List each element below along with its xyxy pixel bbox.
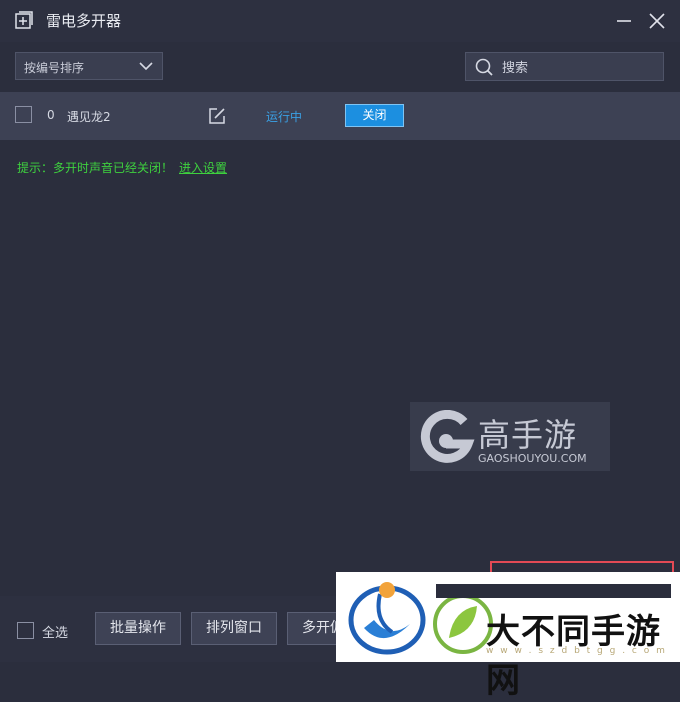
site-logo-icon xyxy=(348,582,426,655)
gaoshouyou-logo xyxy=(420,410,475,463)
instance-name: 遇见龙2 xyxy=(67,110,111,124)
site-url: w w w . s z d b t g g . c o m xyxy=(486,646,667,656)
instance-row: 0 遇见龙2 运行中 关闭 xyxy=(0,92,680,140)
title-bar: 雷电多开器 xyxy=(0,0,680,42)
site-watermark: 大不同手游网 w w w . s z d b t g g . c o m xyxy=(336,572,680,701)
close-icon[interactable] xyxy=(647,11,667,31)
sort-dropdown-value: 按编号排序 xyxy=(24,61,85,75)
gaoshouyou-watermark: 高手游 GAOSHOUYOU.COM xyxy=(410,402,610,471)
select-all-label: 全选 xyxy=(42,626,69,641)
sort-dropdown[interactable]: 按编号排序 xyxy=(15,52,163,80)
instance-status: 运行中 xyxy=(266,110,303,124)
select-all-checkbox[interactable] xyxy=(17,622,34,639)
watermark-dark-strip xyxy=(436,584,671,598)
edit-icon[interactable] xyxy=(208,107,226,125)
minimize-icon[interactable] xyxy=(614,11,634,31)
settings-link[interactable]: 进入设置 xyxy=(179,159,227,176)
instance-index: 0 xyxy=(47,108,55,122)
chevron-down-icon xyxy=(139,62,153,71)
gaoshouyou-url: GAOSHOUYOU.COM xyxy=(478,452,587,465)
instance-checkbox[interactable] xyxy=(15,106,32,123)
sound-tip: 提示：多开时声音已经关闭！ xyxy=(17,161,174,175)
search-icon xyxy=(475,58,493,76)
arrange-windows-button[interactable]: 排列窗口 xyxy=(191,612,277,645)
search-input[interactable] xyxy=(500,58,654,78)
close-instance-button[interactable]: 关闭 xyxy=(345,104,404,127)
search-box[interactable] xyxy=(465,52,664,81)
gaoshouyou-text: 高手游 xyxy=(478,416,578,454)
window-title: 雷电多开器 xyxy=(46,12,122,30)
add-window-icon xyxy=(15,11,33,29)
batch-operation-button[interactable]: 批量操作 xyxy=(95,612,181,645)
toolbar: 按编号排序 xyxy=(0,42,680,92)
